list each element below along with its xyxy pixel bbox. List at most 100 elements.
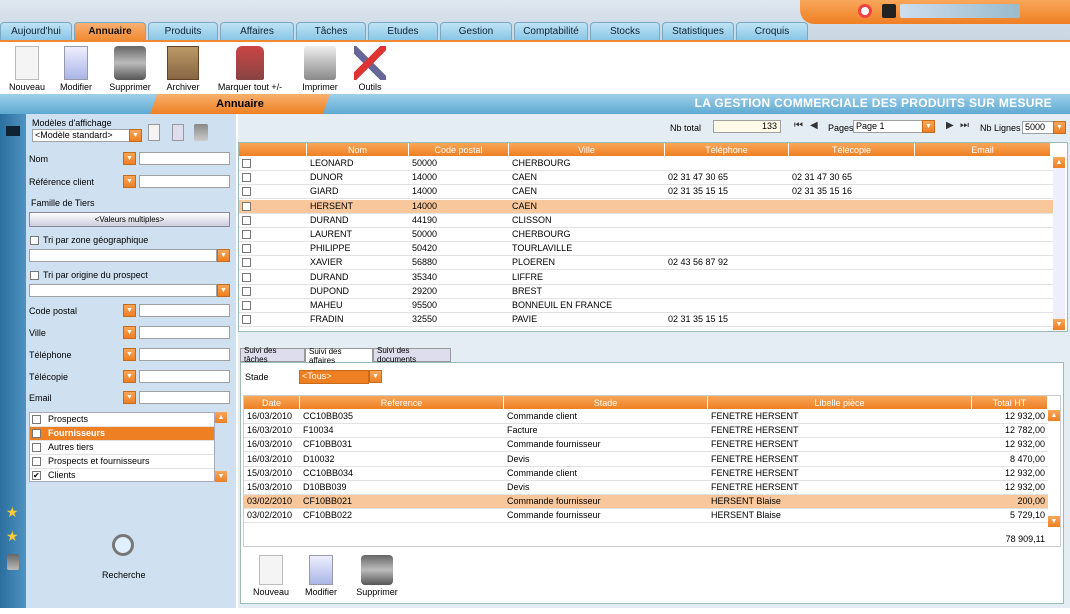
tri-zone-checkbox[interactable]	[30, 236, 39, 245]
new-model-icon[interactable]	[148, 124, 160, 141]
table-row[interactable]: DURAND 35340 LIFFRE	[239, 271, 1053, 285]
fax-operator[interactable]: ▼	[123, 370, 136, 383]
detail-scroll-down[interactable]: ▼	[1048, 516, 1060, 527]
cp-input[interactable]	[139, 304, 230, 317]
next-page-icon[interactable]: ▶	[946, 120, 954, 131]
row-checkbox[interactable]	[242, 244, 251, 254]
column-header[interactable]: Code postal	[409, 143, 509, 156]
origine-dropdown[interactable]: ▼	[217, 284, 230, 297]
ref-input[interactable]	[139, 175, 230, 188]
column-header[interactable]: Libelle pièce	[708, 396, 972, 409]
tab-2[interactable]: Produits	[148, 22, 218, 40]
list-scroll-down[interactable]: ▼	[215, 471, 227, 482]
tab-4[interactable]: Tâches	[296, 22, 366, 40]
table-row[interactable]: 15/03/2010 D10BB039 Devis FENETRE HERSENT 12…	[244, 481, 1048, 495]
zone-dropdown[interactable]: ▼	[217, 249, 230, 262]
marquer-button[interactable]: Marquer tout +/-	[212, 46, 288, 92]
row-checkbox[interactable]	[242, 159, 251, 168]
grid-scroll-up[interactable]: ▲	[1053, 157, 1065, 168]
list-scroll-up[interactable]: ▲	[215, 412, 227, 423]
magnifier-icon[interactable]	[112, 534, 134, 556]
menu-icon[interactable]	[6, 126, 20, 136]
tab-5[interactable]: Etudes	[368, 22, 438, 40]
column-header[interactable]: Date	[244, 396, 300, 409]
table-row[interactable]: XAVIER 56880 PLOEREN 02 43 56 87 92	[239, 256, 1053, 271]
column-header[interactable]: Stade	[504, 396, 708, 409]
column-header[interactable]: Nom	[307, 143, 409, 156]
fax-input[interactable]	[139, 370, 230, 383]
screen-icon[interactable]	[882, 4, 896, 18]
table-row[interactable]: MAHEU 95500 BONNEUIL EN FRANCE	[239, 299, 1053, 313]
table-row[interactable]: GIARD 14000 CAEN 02 31 35 15 15 02 31 35 15 …	[239, 185, 1053, 200]
stade-dropdown[interactable]: ▼	[369, 370, 382, 383]
list-checkbox[interactable]	[32, 429, 41, 438]
row-checkbox[interactable]	[242, 230, 251, 239]
table-row[interactable]: DURAND 44190 CLISSON	[239, 214, 1053, 228]
famille-button[interactable]: <Valeurs multiples>	[29, 212, 230, 227]
row-checkbox[interactable]	[242, 301, 251, 310]
list-item[interactable]: Prospects et fournisseurs	[30, 455, 214, 469]
ville-input[interactable]	[139, 326, 230, 339]
detail-modifier-button[interactable]: Modifier	[291, 555, 351, 597]
table-row[interactable]: 16/03/2010 D10032 Devis FENETRE HERSENT 8 47…	[244, 453, 1048, 467]
grid-scroll-down[interactable]: ▼	[1053, 319, 1065, 330]
table-row[interactable]: PHILIPPE 50420 TOURLAVILLE	[239, 242, 1053, 257]
nom-input[interactable]	[139, 152, 230, 165]
email-operator[interactable]: ▼	[123, 391, 136, 404]
recherche-button[interactable]: Recherche	[102, 570, 146, 580]
stade-select[interactable]: <Tous>	[299, 370, 369, 384]
page-select[interactable]: Page 1	[853, 120, 923, 133]
grid-scrollbar[interactable]	[1053, 157, 1065, 331]
tab-10[interactable]: Croquis	[736, 22, 808, 40]
tab-1[interactable]: Annuaire	[74, 22, 146, 40]
row-checkbox[interactable]	[242, 315, 251, 325]
tab-9[interactable]: Statistiques	[662, 22, 734, 40]
archiver-button[interactable]: Archiver	[153, 46, 213, 92]
column-header[interactable]: Total HT	[972, 396, 1048, 409]
list-checkbox[interactable]: ✔	[32, 471, 41, 480]
star-add-icon[interactable]: ★	[6, 504, 20, 520]
star-icon[interactable]: ★	[6, 528, 20, 544]
page-dropdown[interactable]: ▼	[922, 120, 935, 133]
row-checkbox[interactable]	[242, 215, 251, 225]
detail-scroll-up[interactable]: ▲	[1048, 410, 1060, 421]
table-row[interactable]: HERSENT 14000 CAEN	[239, 199, 1053, 214]
column-header[interactable]: Télécopie	[789, 143, 915, 156]
prev-page-icon[interactable]: ◀	[810, 120, 818, 131]
lifebuoy-icon[interactable]	[858, 4, 872, 18]
detail-tab-1[interactable]: Suivi des affaires	[305, 347, 373, 365]
table-row[interactable]: LEONARD 50000 CHERBOURG	[239, 157, 1053, 171]
zone-input[interactable]	[29, 249, 217, 262]
outils-button[interactable]: Outils	[340, 46, 400, 92]
column-header[interactable]: Téléphone	[665, 143, 789, 156]
table-row[interactable]: 15/03/2010 CC10BB034 Commande client FENETR…	[244, 467, 1048, 481]
row-checkbox[interactable]	[242, 272, 251, 282]
table-row[interactable]: 03/02/2010 CF10BB022 Commande fournisseur H…	[244, 509, 1048, 524]
row-checkbox[interactable]	[242, 286, 251, 296]
edit-model-icon[interactable]	[172, 124, 184, 141]
table-row[interactable]: 03/02/2010 CF10BB021 Commande fournisseur H…	[244, 495, 1048, 510]
tab-3[interactable]: Affaires	[220, 22, 294, 40]
column-header[interactable]: Reference	[300, 396, 504, 409]
row-checkbox[interactable]	[242, 201, 251, 211]
modele-dropdown[interactable]: ▼	[129, 129, 142, 142]
table-row[interactable]: FRADIN 32550 PAVIE 02 31 35 15 15	[239, 313, 1053, 328]
nom-operator[interactable]: ▼	[123, 152, 136, 165]
tab-8[interactable]: Stocks	[590, 22, 660, 40]
modifier-button[interactable]: Modifier	[46, 46, 106, 92]
list-item[interactable]: ✔ Clients	[30, 469, 214, 483]
row-checkbox[interactable]	[242, 258, 251, 268]
ville-operator[interactable]: ▼	[123, 326, 136, 339]
modele-select[interactable]: <Modèle standard>	[32, 129, 130, 142]
detail-tab-2[interactable]: Suivi des documents	[373, 346, 451, 364]
tri-origine-checkbox[interactable]	[30, 271, 39, 280]
trash-icon[interactable]	[7, 554, 19, 570]
table-row[interactable]: DUPOND 29200 BREST	[239, 285, 1053, 299]
table-row[interactable]: 16/03/2010 F10034 Facture FENETRE HERSENT 12…	[244, 424, 1048, 439]
tel-input[interactable]	[139, 348, 230, 361]
list-item[interactable]: Prospects	[30, 413, 214, 427]
column-header[interactable]: Ville	[509, 143, 665, 156]
table-row[interactable]: LAURENT 50000 CHERBOURG	[239, 228, 1053, 242]
tel-operator[interactable]: ▼	[123, 348, 136, 361]
tab-7[interactable]: Comptabilité	[514, 22, 588, 40]
